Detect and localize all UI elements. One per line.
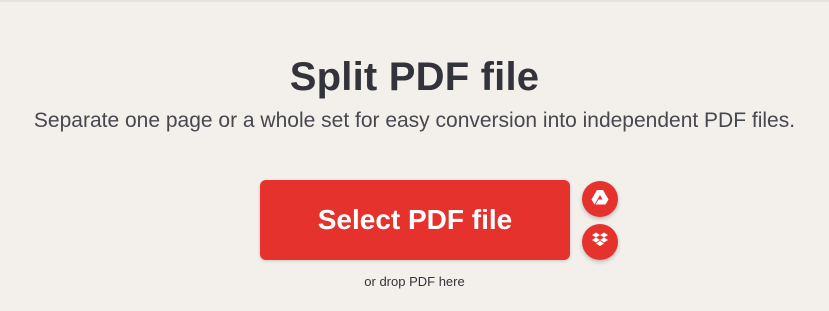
dropbox-button[interactable]: [582, 224, 618, 260]
top-divider: [0, 0, 829, 2]
google-drive-button[interactable]: [582, 181, 618, 217]
select-pdf-button[interactable]: Select PDF file: [260, 180, 570, 260]
dropbox-icon: [591, 232, 609, 253]
drop-hint: or drop PDF here: [364, 274, 465, 289]
google-drive-icon: [591, 189, 609, 210]
page-subtitle: Separate one page or a whole set for eas…: [33, 109, 796, 132]
select-pdf-button-label: Select PDF file: [317, 204, 513, 235]
page-title: Split PDF file: [289, 54, 540, 99]
